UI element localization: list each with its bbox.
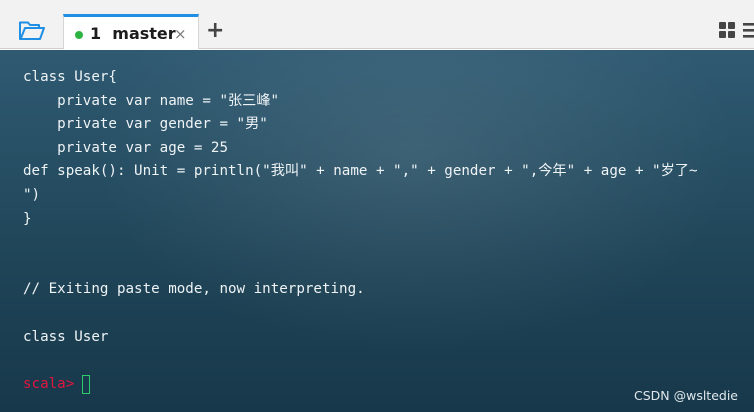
- terminal-line: "): [23, 186, 41, 203]
- terminal-line: private var gender = "男": [23, 116, 268, 133]
- terminal-line: }: [23, 210, 32, 227]
- scala-prompt: scala>: [23, 375, 75, 392]
- layout-button[interactable]: [719, 20, 754, 42]
- tab-master[interactable]: 1 master ×: [63, 14, 199, 49]
- terminal-output: class User{ private var name = "张三峰" pri…: [23, 66, 698, 396]
- terminal-pane[interactable]: class User{ private var name = "张三峰" pri…: [0, 50, 754, 412]
- terminal-line: private var name = "张三峰": [23, 92, 280, 109]
- tab-label: 1 master: [90, 24, 176, 43]
- tab-bar: 1 master × +: [0, 0, 754, 49]
- grid-layout-icon: [719, 22, 754, 38]
- watermark: CSDN @wsltedie: [633, 388, 738, 403]
- text-cursor: [82, 375, 91, 395]
- terminal-line: private var age = 25: [23, 139, 228, 156]
- folder-open-icon: [19, 21, 45, 40]
- connected-status-icon: [75, 31, 83, 39]
- terminal-line: def speak(): Unit = println("我叫" + name …: [23, 163, 698, 180]
- terminal-line: class User: [23, 328, 109, 345]
- open-session-button[interactable]: [16, 18, 48, 44]
- terminal-line: class User{: [23, 69, 117, 85]
- terminal-line: // Exiting paste mode, now interpreting.: [23, 281, 365, 298]
- new-tab-button[interactable]: +: [206, 18, 224, 44]
- close-tab-icon[interactable]: ×: [174, 25, 187, 43]
- prompt-line[interactable]: scala>: [23, 373, 698, 397]
